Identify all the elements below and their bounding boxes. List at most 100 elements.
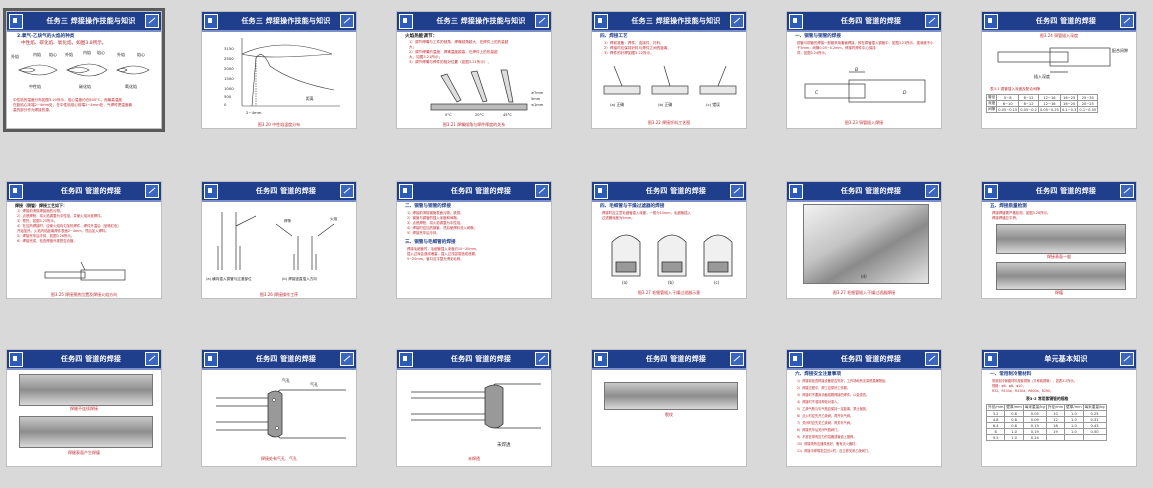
table-row: 间隙 0.05~0.15 0.05~0.2 0.05~0.25 0.1~0.3 0.1~0…	[985, 106, 1099, 113]
slide-thumbnail-7[interactable]: 任务四 管道的焊接 焊接（铜管）焊接工艺如下： 1）焊接前清除焊接面的污物。 2…	[6, 181, 162, 299]
slide-thumbnail-13[interactable]: 任务四 管道的焊接 焊缝不连续焊接 焊缝表面产生焊瘤	[6, 349, 162, 467]
body-line: 过滤器深度为5mm。	[602, 216, 635, 220]
figure-caption: 图3.27 毛细管插入干燥过滤器焊接	[832, 290, 896, 295]
slide-header: 任务三 焊接操作技能与知识	[7, 12, 161, 30]
slide-title: 任务三 焊接操作技能与知识	[241, 17, 331, 25]
body-line: 常用制冷管路材料是紫铜管（又称纯铜管），如表3-2所示。	[992, 379, 1077, 383]
svg-text:2000: 2000	[224, 66, 234, 71]
logo-icon	[9, 352, 23, 367]
preheat-figure	[44, 261, 126, 281]
slide-thumbnail-18[interactable]: 单元基本知识 一、常用制冷管材料 常用制冷管路材料是紫铜管（又称纯铜管），如表3…	[981, 349, 1137, 467]
flame-label: 焰心	[97, 49, 105, 55]
svg-text:3150: 3150	[224, 46, 234, 51]
slide-thumbnail-15[interactable]: 任务四 管道的焊接 未焊透 未焊透	[396, 349, 552, 467]
flame-label: 外焰	[117, 51, 125, 57]
svg-text:(a) 正确: (a) 正确	[610, 102, 624, 107]
svg-text:C: C	[815, 90, 819, 96]
slide-thumbnail-8[interactable]: 任务四 管道的焊接 焊条 火焰 (a) 横向插入铜管与过渡部位 (b) 焊接竖直…	[201, 181, 357, 299]
copper-tube-table: 外径/mm 壁厚/mm 每米重量/kg 外径/mm 壁厚/mm 每米重量/kg 3.2 0.…	[985, 404, 1107, 441]
slide-thumbnail-5[interactable]: 任务四 管道的焊接 一、铜管与铜管的焊接 铜管与铜管的焊接一般都采用套管焊接，即…	[786, 11, 942, 129]
slide-thumbnail-12[interactable]: 任务四 管道的焊接 五、焊接质量检测 焊接焊缝需严格检测，如图3.28所示。 焊…	[981, 181, 1137, 299]
svg-text:(a): (a)	[622, 280, 628, 285]
body-line: 焊接焊缝应平滑。	[992, 216, 1020, 220]
header-divider	[7, 200, 161, 202]
figure-caption: 裂纹	[665, 412, 673, 417]
slide-thumbnail-9[interactable]: 任务四 管道的焊接 二、铜管与钢管的焊接 1）焊接前清除钢管表面污物、铁锈。 2…	[396, 181, 552, 299]
svg-text:1000: 1000	[224, 86, 234, 91]
section-heading: 四、焊接工艺	[600, 34, 628, 39]
svg-text:未焊透: 未焊透	[497, 441, 511, 448]
list-item: 5）乙炔气瓶与氧气瓶应保持一定距离，禁止倒放。	[797, 407, 870, 411]
slide-thumbnail-4[interactable]: 任务三 焊接操作技能与知识 四、焊接工艺 1）焊前准备：焊件、连接件、钎料、 2…	[591, 11, 747, 129]
logo-icon	[399, 352, 413, 367]
slide-thumbnail-1[interactable]: 任务三 焊接操作技能与知识 2.氧气-乙炔气的火焰的种类 中性焰、碳化焰、氧化焰…	[3, 8, 165, 132]
svg-text:1500: 1500	[224, 76, 234, 81]
header-divider	[787, 30, 941, 32]
section-heading: 三、铜管与毛细管的焊接	[405, 240, 456, 245]
slide-title: 单元基本知识	[1044, 355, 1088, 363]
svg-text:500: 500	[224, 94, 232, 99]
svg-text:0: 0	[224, 102, 227, 107]
photo-label: (d)	[861, 274, 867, 279]
subheading: 中性焰、碳化焰、氧化焰，如图3.8所示。	[21, 41, 107, 46]
flame-label: 焰心	[137, 51, 145, 57]
decor-corner-icon	[1120, 14, 1134, 28]
header-divider	[787, 200, 941, 202]
figure-caption: 图3.23 铜管插入焊接	[844, 120, 884, 125]
slide-title: 任务三 焊接操作技能与知识	[436, 17, 526, 25]
slide-thumbnail-2[interactable]: 任务三 焊接操作技能与知识 3150 2500 2000 1500 1000 5…	[201, 11, 357, 129]
slide-thumbnail-11[interactable]: 任务四 管道的焊接 (d) 图3.27 毛细管插入干燥过滤器焊接	[786, 181, 942, 299]
weld-photo-discontinuous	[19, 374, 153, 406]
slide-thumbnail-16[interactable]: 任务四 管道的焊接 裂纹	[591, 349, 747, 467]
svg-text:(c): (c)	[714, 280, 720, 285]
list-item: 7）关闭时应先关乙炔阀，再关氧气阀。	[797, 421, 854, 425]
photo-caption: 焊接表面一般	[1047, 254, 1071, 259]
body-line: 规格：φ6、φ8、φ10；	[992, 384, 1026, 388]
decor-corner-icon	[340, 184, 354, 198]
slide-thumbnail-14[interactable]: 任务四 管道的焊接 气孔 气孔 焊接处有气孔、气孔	[201, 349, 357, 467]
slide-header: 任务四 管道的焊接	[7, 182, 161, 200]
slide-header: 任务四 管道的焊接	[787, 12, 941, 30]
list-item: 1）焊接前检查焊接设备是否完好，工作场地有无易燃易爆物品。	[797, 379, 889, 383]
svg-text:距离: 距离	[306, 96, 314, 101]
flame-label: 内焰	[83, 49, 91, 55]
weld-photo-good	[996, 224, 1126, 254]
flame-label: 焰心	[49, 51, 57, 57]
decor-corner-icon	[730, 184, 744, 198]
slide-title: 任务四 管道的焊接	[1035, 17, 1097, 25]
list-item: 8）焊接完毕后关闭气瓶阀门。	[797, 428, 841, 432]
photo-caption: 焊缝不连续焊接	[70, 406, 98, 411]
svg-text:(b) 焊接竖直插入方向: (b) 焊接竖直插入方向	[282, 276, 317, 281]
decor-corner-icon	[925, 184, 939, 198]
header-divider	[202, 200, 356, 202]
body-line: 同，如图3.24所示。	[797, 51, 829, 55]
figure-caption: 焊接处有气孔、气孔	[261, 456, 297, 461]
slide-title: 任务四 管道的焊接	[645, 187, 707, 195]
flame-caption: 氧化焰	[125, 83, 137, 89]
figure-caption: 图3.27 毛细管插入干燥过滤器示意	[637, 290, 701, 295]
header-divider	[982, 200, 1136, 202]
figure-caption: 图3.22 焊接钎料工艺图	[647, 120, 691, 125]
flame-label: 外焰	[65, 51, 73, 57]
svg-text:焊条: 焊条	[284, 218, 292, 223]
slide-header: 任务三 焊接操作技能与知识	[592, 12, 746, 30]
logo-icon	[594, 184, 608, 199]
slide-thumbnail-3[interactable]: 任务三 焊接操作技能与知识 火焰热能调节： 1）调节焊嘴与工件的倾角，焊嘴倾角越…	[396, 11, 552, 129]
figure-caption: 图3.25 焊接预热位置及焊接火焰方向	[50, 292, 118, 297]
slide-thumbnail-10[interactable]: 任务四 管道的焊接 四、毛细管与干燥过滤器的焊接 焊接时应注意毛细管插入深度，一…	[591, 181, 747, 299]
list-item: 5~20mm，管口应平整光滑无毛刺。	[407, 257, 464, 261]
slide-title: 任务四 管道的焊接	[255, 355, 317, 363]
decor-corner-icon	[145, 14, 159, 28]
slide-thumbnail-6[interactable]: 任务四 管道的焊接 图3.24 铜管插入深度 插入深度 配合间隙 表3-1 铜管…	[981, 11, 1137, 129]
table-title: 表3-2 常用紫铜管的规格	[1026, 396, 1069, 401]
figure-caption: 图3.21 焊嘴倾角与焊件厚度的关系	[442, 122, 506, 127]
svg-text:2500: 2500	[224, 56, 234, 61]
list-item: 10）焊接场所应通风良好，备有灭火器材。	[797, 442, 859, 446]
weld-photo-crack	[604, 382, 738, 410]
logo-icon	[984, 184, 998, 199]
section-heading: 五、焊接质量检测	[990, 204, 1027, 209]
list-item: 9）不准在带有压力的容器或管道上施焊。	[797, 435, 857, 439]
pipe-insertion-figure: B C D	[804, 67, 926, 103]
svg-text:气孔: 气孔	[310, 381, 318, 387]
slide-thumbnail-17[interactable]: 任务四 管道的焊接 六、焊接安全注意事项 1）焊接前检查焊接设备是否完好，工作场…	[786, 349, 942, 467]
